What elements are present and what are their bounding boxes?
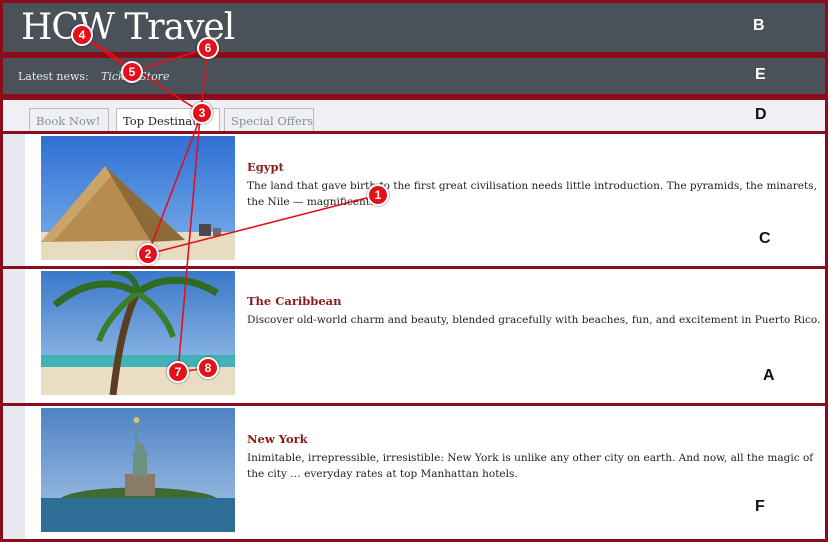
card-left-strip	[3, 134, 25, 266]
destination-title[interactable]: Egypt	[247, 160, 284, 174]
region-label-f: F	[755, 498, 765, 515]
destination-title[interactable]: New York	[247, 432, 308, 446]
card-left-strip	[3, 269, 25, 403]
destination-description: Discover old-world charm and beauty, ble…	[247, 314, 821, 326]
header-region: HCW Travel B	[0, 0, 828, 55]
gaze-marker-8: 8	[197, 357, 219, 379]
destination-card-new-york: New York Inimitable, irrepressible, irre…	[0, 403, 828, 542]
gaze-marker-3: 3	[191, 102, 213, 124]
destination-title[interactable]: The Caribbean	[247, 294, 341, 308]
gaze-marker-5: 5	[121, 61, 143, 83]
region-label-b: B	[753, 17, 765, 34]
card-left-strip	[3, 406, 25, 539]
tab-strip-region: Book Now! Top Destinati Special Offers D	[0, 97, 828, 136]
gaze-marker-1: 1	[367, 184, 389, 206]
destination-card-caribbean: The Caribbean Discover old-world charm a…	[0, 266, 828, 406]
gaze-marker-4: 4	[71, 24, 93, 46]
region-label-e: E	[755, 66, 766, 83]
destination-card-egypt: Egypt The land that gave birth to the fi…	[0, 131, 828, 269]
region-label-c: C	[759, 230, 771, 247]
gaze-marker-7: 7	[167, 361, 189, 383]
gaze-marker-2: 2	[137, 243, 159, 265]
gaze-marker-6: 6	[197, 37, 219, 59]
destination-description: The land that gave birth to the first gr…	[247, 180, 817, 208]
statue-of-liberty-photo[interactable]	[41, 408, 235, 532]
destination-description: Inimitable, irrepressible, irresistible:…	[247, 452, 814, 480]
pyramid-photo[interactable]	[41, 136, 235, 260]
latest-news-label: Latest news:	[18, 70, 89, 83]
region-label-d: D	[755, 106, 767, 123]
region-label-a: A	[763, 367, 775, 384]
